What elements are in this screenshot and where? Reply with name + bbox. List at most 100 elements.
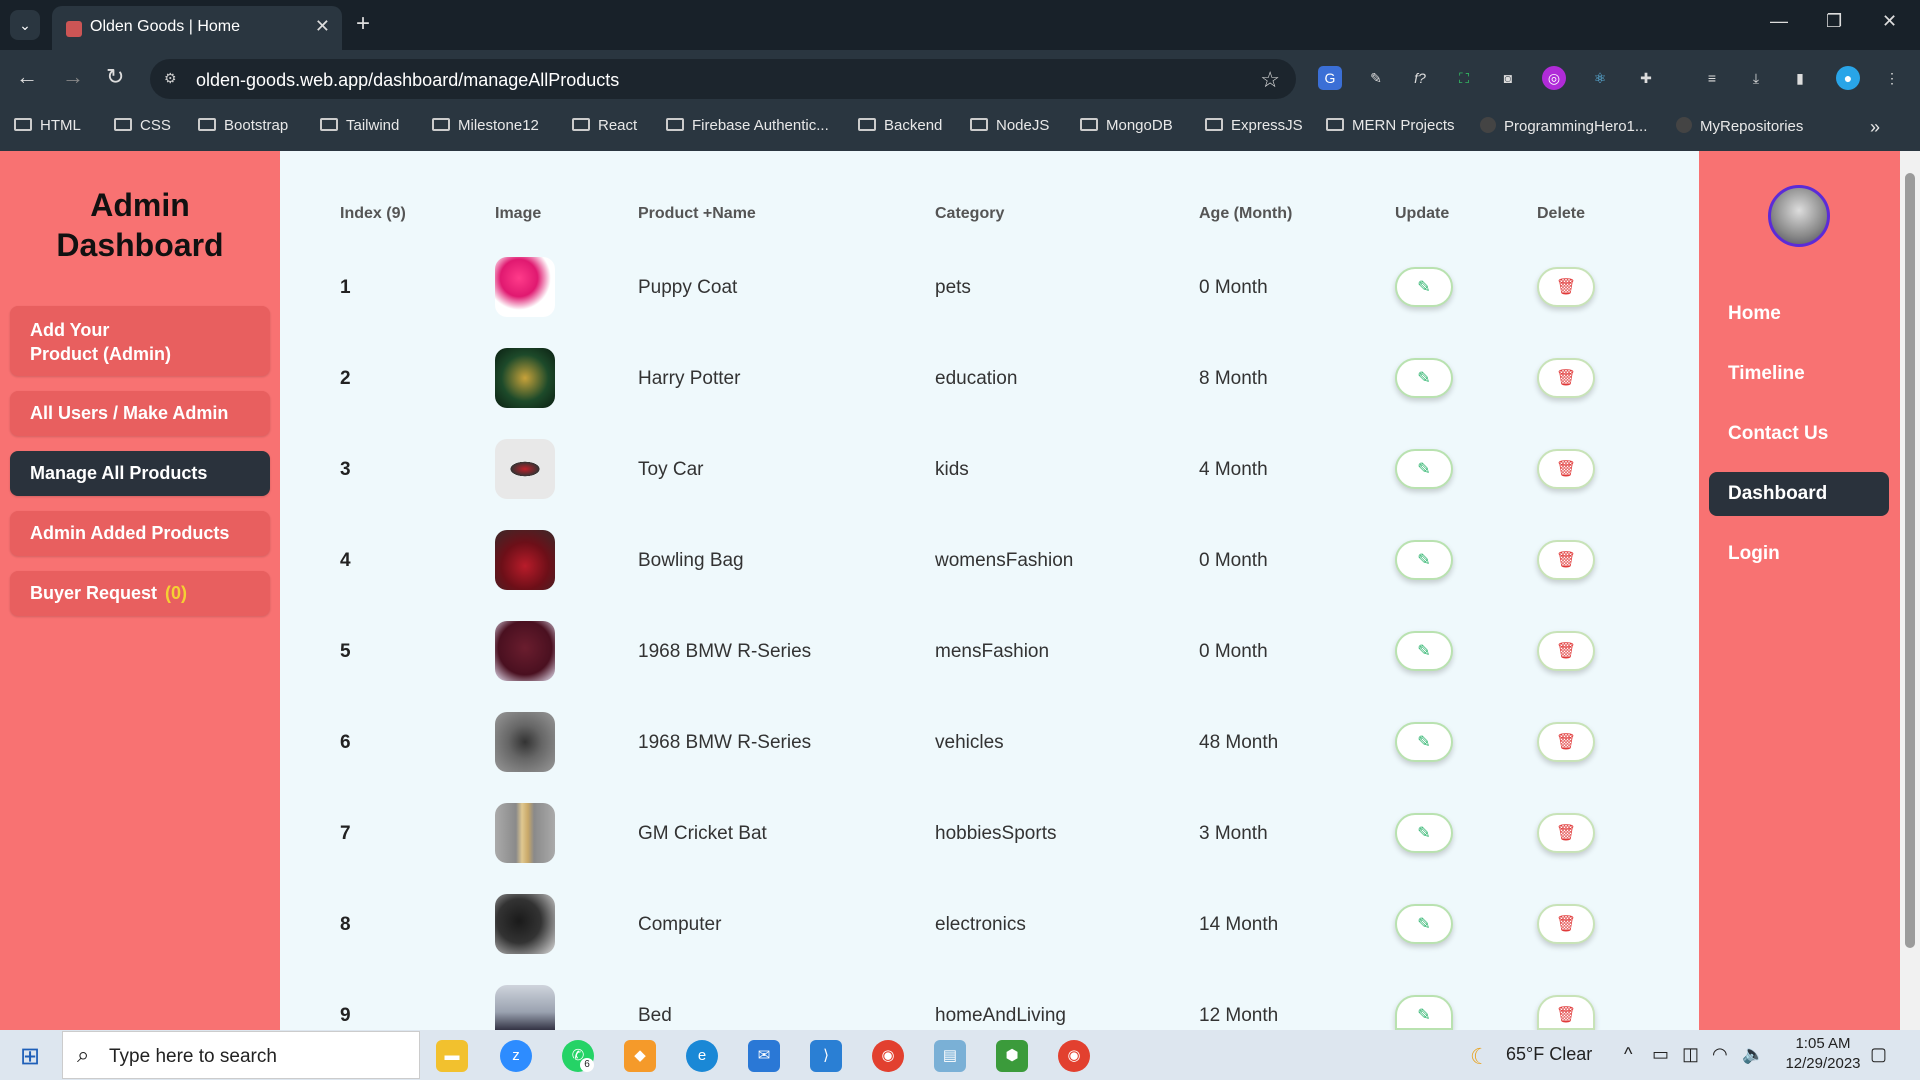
add-product-button[interactable]: Add Your Product (Admin) [10,306,270,376]
bookmark-myrepositories[interactable]: MyRepositories [1676,117,1803,135]
bookmark-css[interactable]: CSS [114,117,171,134]
mail-icon[interactable]: ✉ [748,1040,780,1072]
bookmark-react[interactable]: React [572,117,637,134]
row-index: 6 [340,732,351,753]
user-avatar[interactable] [1768,185,1830,247]
buyer-request-button[interactable]: Buyer Request (0) [10,571,270,616]
vscode-icon[interactable]: ⟩ [810,1040,842,1072]
close-tab-icon[interactable]: ✕ [315,16,330,37]
profile-avatar-icon[interactable]: ● [1836,66,1860,90]
manage-products-button[interactable]: Manage All Products [10,451,270,496]
windows-start-icon[interactable]: ⊞ [14,1041,46,1073]
nav-login[interactable]: Login [1728,543,1780,565]
delete-button[interactable]: 🗑 [1537,267,1595,307]
update-button[interactable]: ✎ [1395,904,1453,944]
tab-title: Olden Goods | Home [90,18,241,35]
close-window-icon[interactable]: ✕ [1882,11,1897,32]
font-extension-icon[interactable]: f? [1408,66,1432,90]
notifications-icon[interactable]: ▢ [1870,1044,1887,1065]
restore-icon[interactable]: ❐ [1826,11,1842,32]
file-explorer-icon[interactable]: ▬ [436,1040,468,1072]
reload-icon[interactable]: ↻ [106,64,124,90]
forward-icon[interactable]: → [62,64,84,90]
bookmark-html[interactable]: HTML [14,117,81,134]
screenshot-extension-icon[interactable]: ⛶ [1452,66,1476,90]
bookmark-mongodb[interactable]: MongoDB [1080,117,1173,134]
nav-timeline[interactable]: Timeline [1728,363,1805,385]
delete-button[interactable]: 🗑 [1537,722,1595,762]
translate-extension-icon[interactable]: G [1318,66,1342,90]
camera-extension-icon[interactable]: ◙ [1496,66,1520,90]
notepad-icon[interactable]: ▤ [934,1040,966,1072]
update-button[interactable]: ✎ [1395,631,1453,671]
delete-button[interactable]: 🗑 [1537,540,1595,580]
all-users-button[interactable]: All Users / Make Admin [10,391,270,436]
edge-icon[interactable]: e [686,1040,718,1072]
nav-home[interactable]: Home [1728,303,1781,325]
delete-button[interactable]: 🗑 [1537,358,1595,398]
product-name: 1968 BMW R-Series [638,641,812,662]
zoom-icon[interactable]: z [500,1040,532,1072]
product-category: electronics [935,914,1026,935]
download-icon[interactable]: ⤓ [1744,66,1768,90]
product-category: mensFashion [935,641,1050,662]
update-button[interactable]: ✎ [1395,449,1453,489]
delete-button[interactable]: 🗑 [1537,631,1595,671]
bookmark-expressjs[interactable]: ExpressJS [1205,117,1303,134]
update-button[interactable]: ✎ [1395,813,1453,853]
update-button[interactable]: ✎ [1395,540,1453,580]
bookmark-tailwind[interactable]: Tailwind [320,117,399,134]
scrollbar-thumb[interactable] [1905,173,1915,948]
more-bookmarks-icon[interactable]: » [1870,117,1880,138]
browser-tab[interactable]: Olden Goods | Home ✕ [52,6,342,50]
taskbar-search[interactable]: ⌕ Type here to search [62,1031,420,1079]
bookmark-firebase[interactable]: Firebase Authentic... [666,117,829,134]
show-hidden-icons[interactable]: ^ [1624,1044,1632,1065]
address-bar[interactable]: ⚙ olden-goods.web.app/dashboard/manageAl… [150,59,1296,99]
side-panel-icon[interactable]: ▮ [1788,66,1812,90]
page-scrollbar[interactable] [1900,151,1920,1030]
delete-button[interactable]: 🗑 [1537,995,1595,1030]
update-button[interactable]: ✎ [1395,358,1453,398]
update-button[interactable]: ✎ [1395,722,1453,762]
admin-added-products-button[interactable]: Admin Added Products [10,511,270,556]
bookmark-milestone12[interactable]: Milestone12 [432,117,539,134]
bookmark-star-icon[interactable]: ☆ [1260,67,1280,93]
battery-icon[interactable]: ▭ [1652,1044,1669,1065]
product-image [495,530,555,590]
delete-button[interactable]: 🗑 [1537,449,1595,489]
delete-button[interactable]: 🗑 [1537,813,1595,853]
extensions-puzzle-icon[interactable]: ✚ [1634,66,1658,90]
device-icon[interactable]: ◫ [1682,1044,1699,1065]
react-devtools-icon[interactable]: ⚛ [1588,66,1612,90]
menu-dots-icon[interactable]: ⋮ [1880,66,1904,90]
bookmark-backend[interactable]: Backend [858,117,942,134]
back-icon[interactable]: ← [16,64,38,90]
weather-text[interactable]: 65°F Clear [1506,1044,1592,1065]
chrome-icon[interactable]: ◉ [872,1040,904,1072]
site-favicon-icon [66,21,82,37]
bookmark-mern-projects[interactable]: MERN Projects [1326,117,1455,134]
new-tab-icon[interactable]: + [356,11,370,37]
color-extension-icon[interactable]: ◎ [1542,66,1566,90]
product-age: 8 Month [1199,368,1268,389]
bookmark-programminghero[interactable]: ProgrammingHero1... [1480,117,1647,135]
eyedropper-extension-icon[interactable]: ✎ [1364,66,1388,90]
nav-dashboard[interactable]: Dashboard [1709,472,1889,516]
update-button[interactable]: ✎ [1395,267,1453,307]
site-info-icon[interactable]: ⚙ [164,70,182,88]
media-control-icon[interactable]: ≡ [1700,66,1724,90]
volume-icon[interactable]: 🔈 [1742,1044,1764,1065]
chrome-profile-icon[interactable]: ◉ [1058,1040,1090,1072]
wifi-icon[interactable]: ◠ [1712,1044,1728,1065]
minimize-icon[interactable]: — [1770,11,1788,32]
bookmark-nodejs[interactable]: NodeJS [970,117,1049,134]
system-clock[interactable]: 1:05 AM 12/29/2023 [1778,1034,1868,1074]
tab-search-icon[interactable]: ⌄ [10,10,40,40]
figma-icon[interactable]: ◆ [624,1040,656,1072]
bookmark-bootstrap[interactable]: Bootstrap [198,117,288,134]
delete-button[interactable]: 🗑 [1537,904,1595,944]
update-button[interactable]: ✎ [1395,995,1453,1030]
nav-contact-us[interactable]: Contact Us [1728,423,1828,445]
nodejs-icon[interactable]: ⬢ [996,1040,1028,1072]
